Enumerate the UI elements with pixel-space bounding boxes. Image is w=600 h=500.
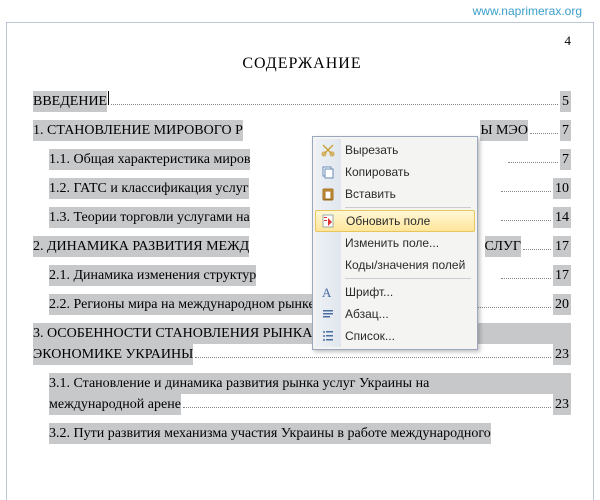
menu-item-paste[interactable]: Вставить — [315, 183, 475, 205]
toc-page: 10 — [553, 178, 571, 199]
toc-text-tail: Ы МЭО — [480, 120, 528, 141]
toc-page: 17 — [553, 265, 571, 286]
toc-entry: ВВЕДЕНИЕ 5 — [33, 91, 571, 112]
toc-page: 20 — [553, 294, 571, 315]
toc-text-tail: СЛУГ — [485, 236, 522, 257]
toc-page: 23 — [553, 394, 571, 415]
toc-text: 2. ДИНАМИКА РАЗВИТИЯ МЕЖД — [33, 236, 249, 257]
copy-icon — [315, 164, 341, 180]
toc-leader — [195, 357, 551, 358]
menu-item-edit-field[interactable]: Изменить поле... — [315, 232, 475, 254]
toc-text: 3. ОСОБЕННОСТИ СТАНОВЛЕНИЯ РЫНКА УСЛУГ В… — [33, 323, 571, 344]
toc-leader — [508, 162, 558, 163]
menu-item-field-codes[interactable]: Коды/значения полей — [315, 254, 475, 276]
toc-entry: 3. ОСОБЕННОСТИ СТАНОВЛЕНИЯ РЫНКА УСЛУГ В… — [33, 323, 571, 365]
toc-page: 7 — [560, 149, 571, 170]
toc-text: 2.1. Динамика изменения структур — [49, 265, 256, 286]
toc-entry: 1. СТАНОВЛЕНИЕ МИРОВОГО Р Ы МЭО 7 — [33, 120, 571, 141]
menu-label: Коды/значения полей — [341, 258, 469, 272]
toc-text: 1.1. Общая характеристика миров — [49, 149, 250, 170]
list-icon — [315, 328, 341, 344]
toc-page: 17 — [553, 236, 571, 257]
menu-item-copy[interactable]: Копировать — [315, 161, 475, 183]
menu-label: Обновить поле — [342, 214, 468, 228]
page-number: 4 — [33, 33, 571, 49]
toc-text: 1.2. ГАТС и классификация услуг — [49, 178, 249, 199]
toc-page: 14 — [553, 207, 571, 228]
watermark-link[interactable]: www.naprimerax.org — [473, 4, 582, 18]
toc-text: ВВЕДЕНИЕ — [33, 91, 107, 112]
svg-text:A: A — [322, 285, 332, 300]
context-menu: Вырезать Копировать Вставить Обновить по… — [312, 136, 478, 350]
toc-entry: 3.1. Становление и динамика развития рын… — [33, 373, 571, 415]
toc-leader — [501, 191, 551, 192]
toc-text: 1.3. Теории торговли услугами на — [49, 207, 250, 228]
scissors-icon — [315, 142, 341, 158]
document-page: 4 СОДЕРЖАНИЕ ВВЕДЕНИЕ 5 1. СТАНОВЛЕНИЕ М… — [6, 22, 594, 500]
toc-entry: 1.1. Общая характеристика миров 7 — [33, 149, 571, 170]
toc-entry: 2.2. Регионы мира на международном рынке… — [33, 294, 571, 315]
toc-text: 2.2. Регионы мира на международном рынке… — [49, 294, 351, 315]
toc-page: 5 — [560, 91, 571, 112]
toc-entry: 3.2. Пути развития механизма участия Укр… — [33, 423, 571, 444]
toc-entry: 1.2. ГАТС и классификация услуг 10 — [33, 178, 571, 199]
menu-label: Список... — [341, 329, 469, 343]
menu-item-font[interactable]: A Шрифт... — [315, 281, 475, 303]
menu-label: Шрифт... — [341, 285, 469, 299]
toc-page: 7 — [560, 120, 571, 141]
menu-label: Абзац... — [341, 307, 469, 321]
font-icon: A — [315, 284, 341, 300]
update-field-icon — [316, 213, 342, 229]
toc-text: международной арене — [49, 394, 181, 415]
menu-item-list[interactable]: Список... — [315, 325, 475, 347]
menu-label: Вставить — [341, 187, 469, 201]
toc-leader — [183, 407, 551, 408]
menu-label: Вырезать — [341, 143, 469, 157]
toc-leader — [111, 104, 558, 105]
toc-leader — [501, 220, 551, 221]
paste-icon — [315, 186, 341, 202]
toc-text: 3.2. Пути развития механизма участия Укр… — [49, 423, 491, 444]
menu-item-update-field[interactable]: Обновить поле — [315, 210, 475, 232]
menu-label: Копировать — [341, 165, 469, 179]
menu-item-paragraph[interactable]: Абзац... — [315, 303, 475, 325]
toc-entry: 2. ДИНАМИКА РАЗВИТИЯ МЕЖД СЛУГ 17 — [33, 236, 571, 257]
menu-item-cut[interactable]: Вырезать — [315, 139, 475, 161]
menu-separator — [345, 207, 471, 208]
menu-label: Изменить поле... — [341, 236, 469, 250]
toc-leader — [501, 278, 551, 279]
toc-title: СОДЕРЖАНИЕ — [33, 55, 571, 73]
text-cursor — [108, 91, 109, 105]
toc-text: 3.1. Становление и динамика развития рын… — [49, 373, 571, 394]
toc-entry: 1.3. Теории торговли услугами на 14 — [33, 207, 571, 228]
toc-page: 23 — [553, 344, 571, 365]
toc-text: ЭКОНОМИКЕ УКРАИНЫ — [33, 344, 193, 365]
toc-text: 1. СТАНОВЛЕНИЕ МИРОВОГО Р — [33, 120, 243, 141]
menu-separator — [345, 278, 471, 279]
toc-leader — [530, 133, 558, 134]
toc-leader — [523, 249, 551, 250]
toc-entry: 2.1. Динамика изменения структур 17 — [33, 265, 571, 286]
paragraph-icon — [315, 306, 341, 322]
